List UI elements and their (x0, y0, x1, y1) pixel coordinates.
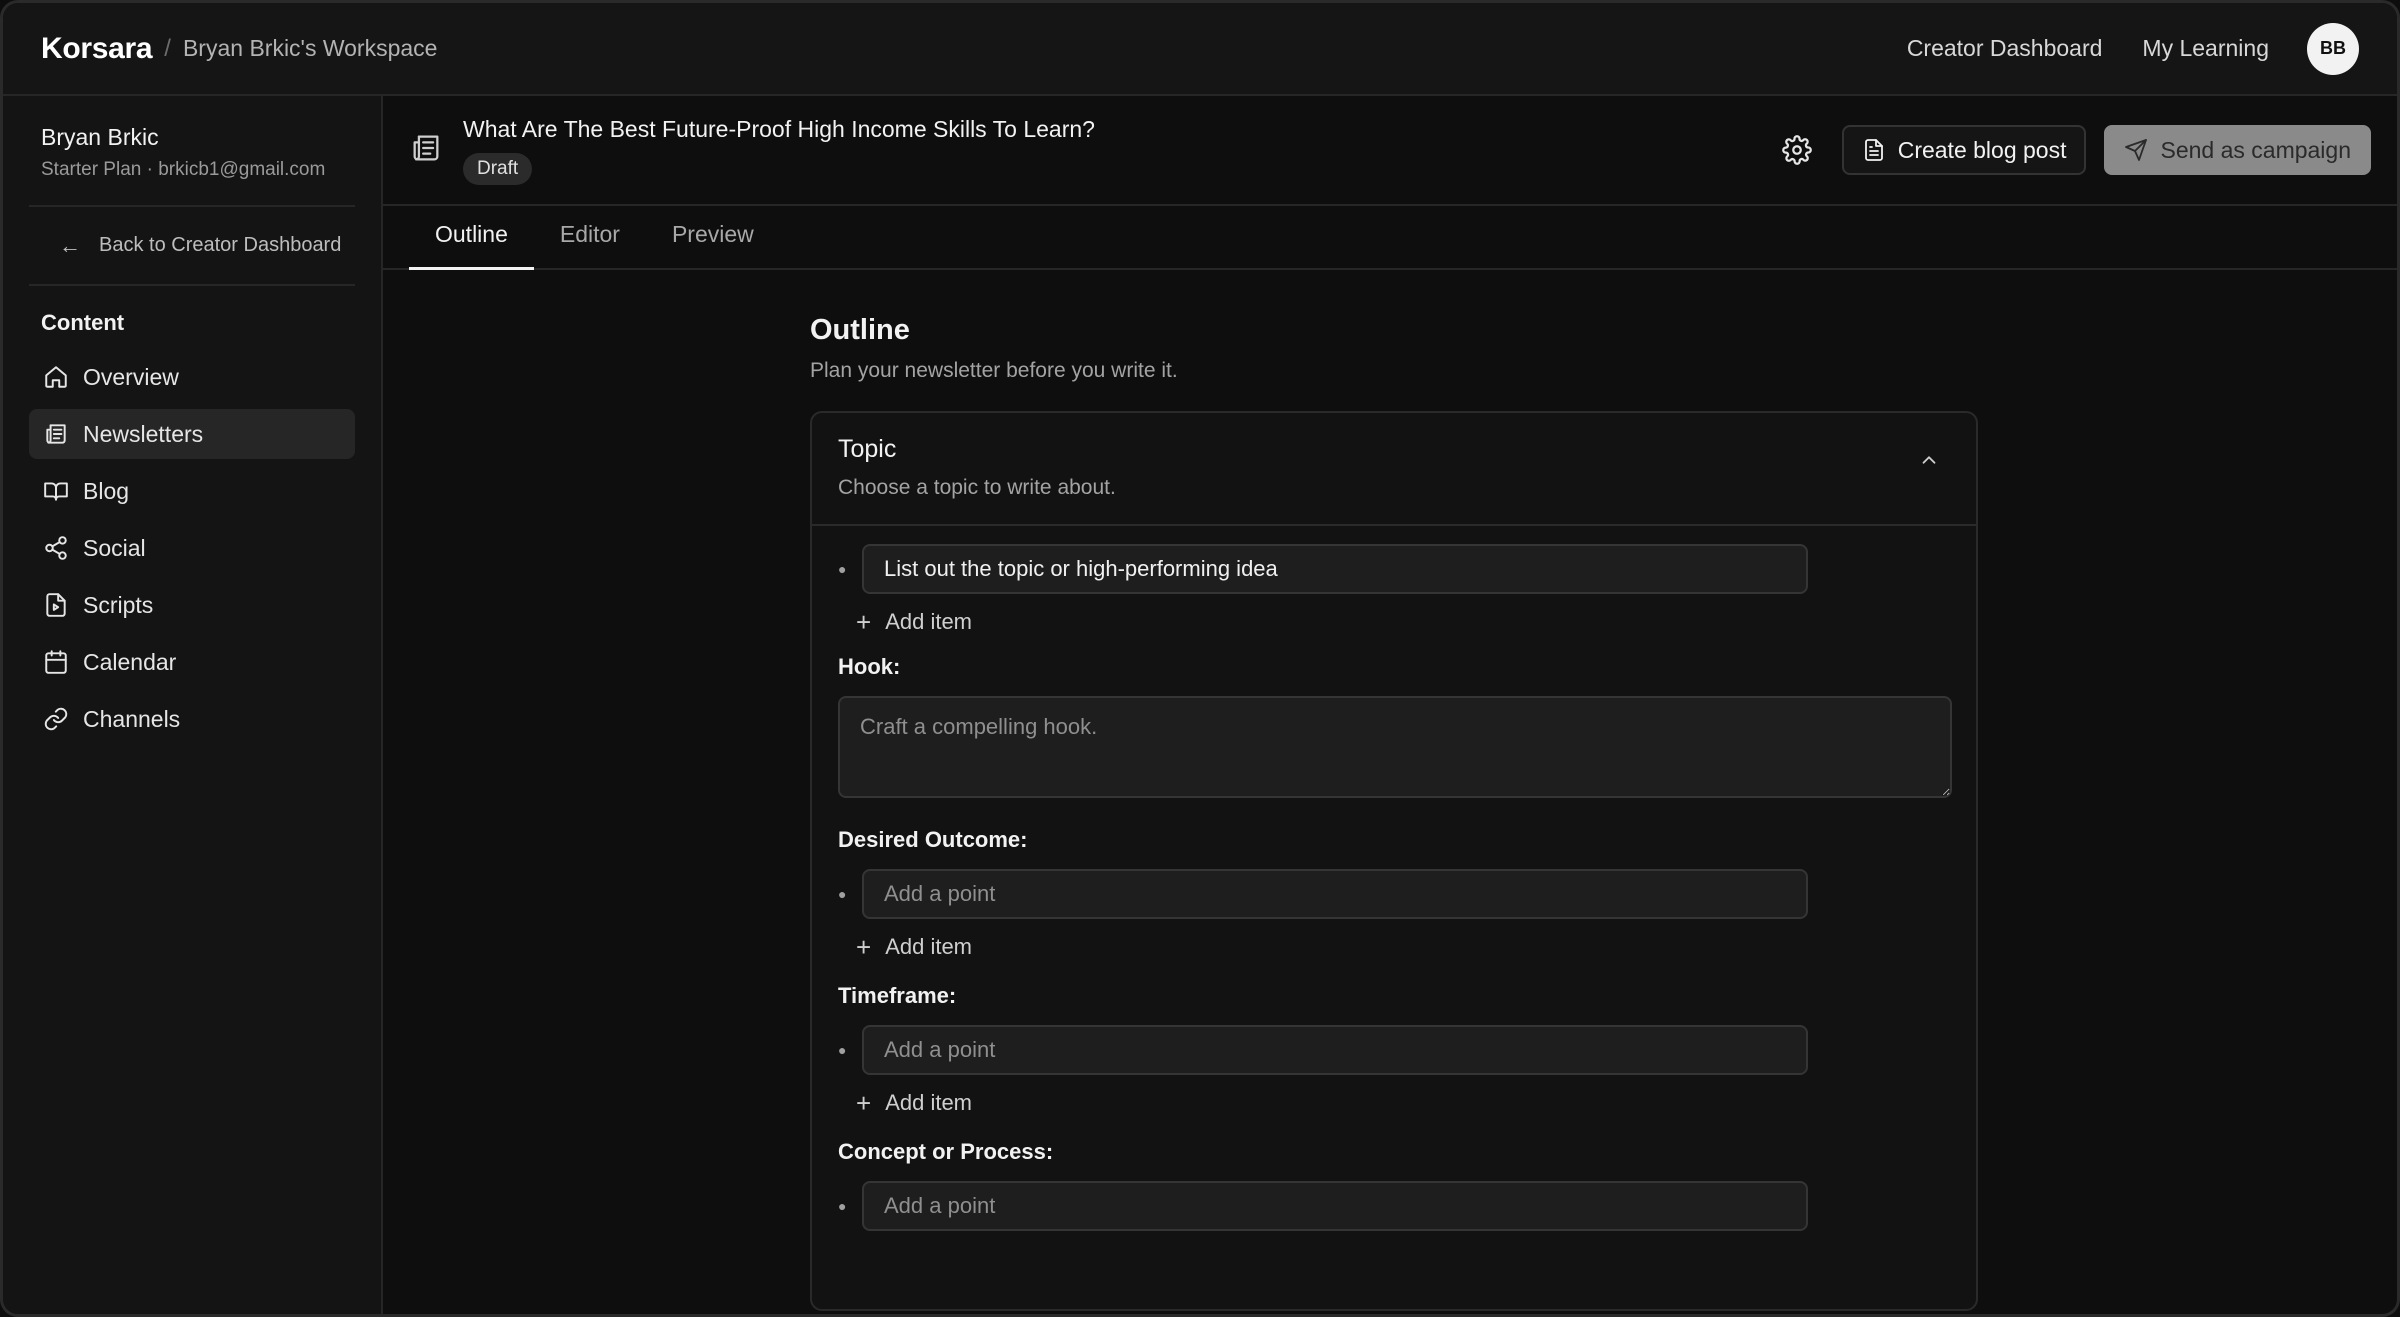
sidebar-item-label: Scripts (83, 591, 154, 618)
send-as-campaign-button[interactable]: Send as campaign (2104, 125, 2371, 175)
sidebar-item-label: Overview (83, 363, 179, 390)
sidebar-item-social[interactable]: Social (29, 523, 355, 573)
document-title: What Are The Best Future-Proof High Inco… (463, 115, 1095, 142)
gear-icon[interactable] (1781, 135, 1812, 165)
link-icon (44, 707, 68, 731)
header-actions: Create blog post Send as campaign (1781, 125, 2371, 175)
bullet-icon: ● (838, 1042, 847, 1058)
sidebar-divider (29, 284, 355, 286)
sidebar-item-blog[interactable]: Blog (29, 466, 355, 516)
add-item-label: Add item (885, 609, 973, 634)
sidebar-item-newsletters[interactable]: Newsletters (29, 409, 355, 459)
topic-card: Topic Choose a topic to write about. ● +… (810, 411, 1978, 1311)
add-item-label: Add item (885, 1090, 973, 1115)
tab-bar: Outline Editor Preview (383, 206, 2397, 270)
top-bar: Korsara / Bryan Brkic's Workspace Creato… (3, 3, 2397, 96)
hook-label: Hook: (838, 654, 901, 679)
topic-title: Topic (838, 435, 897, 463)
brand-logo[interactable]: Korsara (41, 32, 153, 66)
sidebar-item-label: Calendar (83, 648, 177, 675)
calendar-icon (45, 650, 67, 674)
outline-content: Outline Plan your newsletter before you … (810, 314, 1978, 1311)
sidebar-item-channels[interactable]: Channels (29, 694, 355, 744)
my-learning-link[interactable]: My Learning (2142, 35, 2269, 62)
user-plan-email: Starter Plan · brkicb1@gmail.com (41, 159, 326, 180)
add-timeframe-button[interactable]: + Add item (838, 1075, 1950, 1131)
topic-subtitle: Choose a topic to write about. (838, 476, 1116, 499)
create-blog-post-label: Create blog post (1897, 136, 2067, 163)
plus-icon: + (856, 931, 872, 962)
newspaper-icon (46, 424, 66, 444)
sidebar-item-label: Newsletters (83, 420, 204, 447)
sidebar-item-overview[interactable]: Overview (29, 352, 355, 402)
desired-outcome-label: Desired Outcome: (838, 827, 1028, 852)
app-window: Korsara / Bryan Brkic's Workspace Creato… (0, 0, 2400, 1317)
main-panel: What Are The Best Future-Proof High Inco… (383, 96, 2397, 1314)
user-name: Bryan Brkic (41, 124, 159, 150)
chevron-up-icon[interactable] (1918, 449, 1940, 471)
outline-title: Outline (810, 314, 910, 346)
topic-item-input[interactable] (862, 544, 1808, 594)
timeframe-label: Timeframe: (838, 983, 957, 1008)
outline-subtitle: Plan your newsletter before you write it… (810, 359, 1178, 382)
file-text-icon (1864, 139, 1883, 161)
bullet-icon: ● (838, 886, 847, 902)
hook-textarea[interactable] (838, 696, 1952, 798)
bullet-icon: ● (838, 561, 847, 577)
sidebar-item-scripts[interactable]: Scripts (29, 580, 355, 630)
tab-editor[interactable]: Editor (534, 221, 646, 268)
list-item: ● (838, 1025, 1950, 1075)
tab-preview[interactable]: Preview (646, 221, 780, 268)
send-icon (2125, 139, 2148, 161)
send-as-campaign-label: Send as campaign (2160, 136, 2351, 163)
topic-card-body: ● + Add item Hook: Desired Outcome: ● (812, 526, 1976, 1231)
bullet-icon: ● (838, 1198, 847, 1214)
desired-outcome-input[interactable] (862, 869, 1808, 919)
arrow-left-icon: ← (59, 232, 81, 258)
status-badge: Draft (463, 152, 533, 185)
book-icon (44, 482, 68, 501)
file-video-icon (46, 593, 66, 617)
back-link-label: Back to Creator Dashboard (99, 234, 342, 256)
back-to-dashboard-link[interactable]: ← Back to Creator Dashboard (29, 207, 355, 284)
creator-dashboard-link[interactable]: Creator Dashboard (1907, 35, 2103, 62)
document-titles: What Are The Best Future-Proof High Inco… (463, 116, 1095, 185)
add-item-label: Add item (885, 934, 973, 959)
timeframe-input[interactable] (862, 1025, 1808, 1075)
plus-icon: + (856, 606, 872, 637)
breadcrumb-separator: / (164, 34, 171, 62)
sidebar-item-label: Channels (83, 705, 181, 732)
sidebar-item-label: Social (83, 534, 146, 561)
avatar[interactable]: BB (2307, 22, 2359, 75)
concept-label: Concept or Process: (838, 1139, 1054, 1164)
home-icon (45, 366, 67, 388)
newspaper-icon (409, 131, 443, 170)
add-desired-outcome-button[interactable]: + Add item (838, 919, 1950, 975)
concept-input[interactable] (862, 1181, 1808, 1231)
plus-icon: + (856, 1087, 872, 1118)
tab-outline[interactable]: Outline (409, 221, 534, 270)
share-icon (45, 536, 67, 560)
sidebar: Bryan Brkic Starter Plan · brkicb1@gmail… (3, 96, 383, 1314)
list-item: ● (838, 544, 1950, 594)
document-header: What Are The Best Future-Proof High Inco… (383, 96, 2397, 206)
add-topic-item-button[interactable]: + Add item (838, 594, 1950, 650)
sidebar-item-calendar[interactable]: Calendar (29, 637, 355, 687)
list-item: ● (838, 869, 1950, 919)
sidebar-item-label: Blog (83, 477, 130, 504)
workspace-name[interactable]: Bryan Brkic's Workspace (183, 35, 437, 62)
topic-card-header[interactable]: Topic Choose a topic to write about. (812, 413, 1976, 526)
create-blog-post-button[interactable]: Create blog post (1841, 125, 2087, 175)
top-nav: Creator Dashboard My Learning BB (1867, 22, 2359, 75)
section-label-content: Content (41, 310, 125, 335)
list-item: ● (838, 1181, 1950, 1231)
